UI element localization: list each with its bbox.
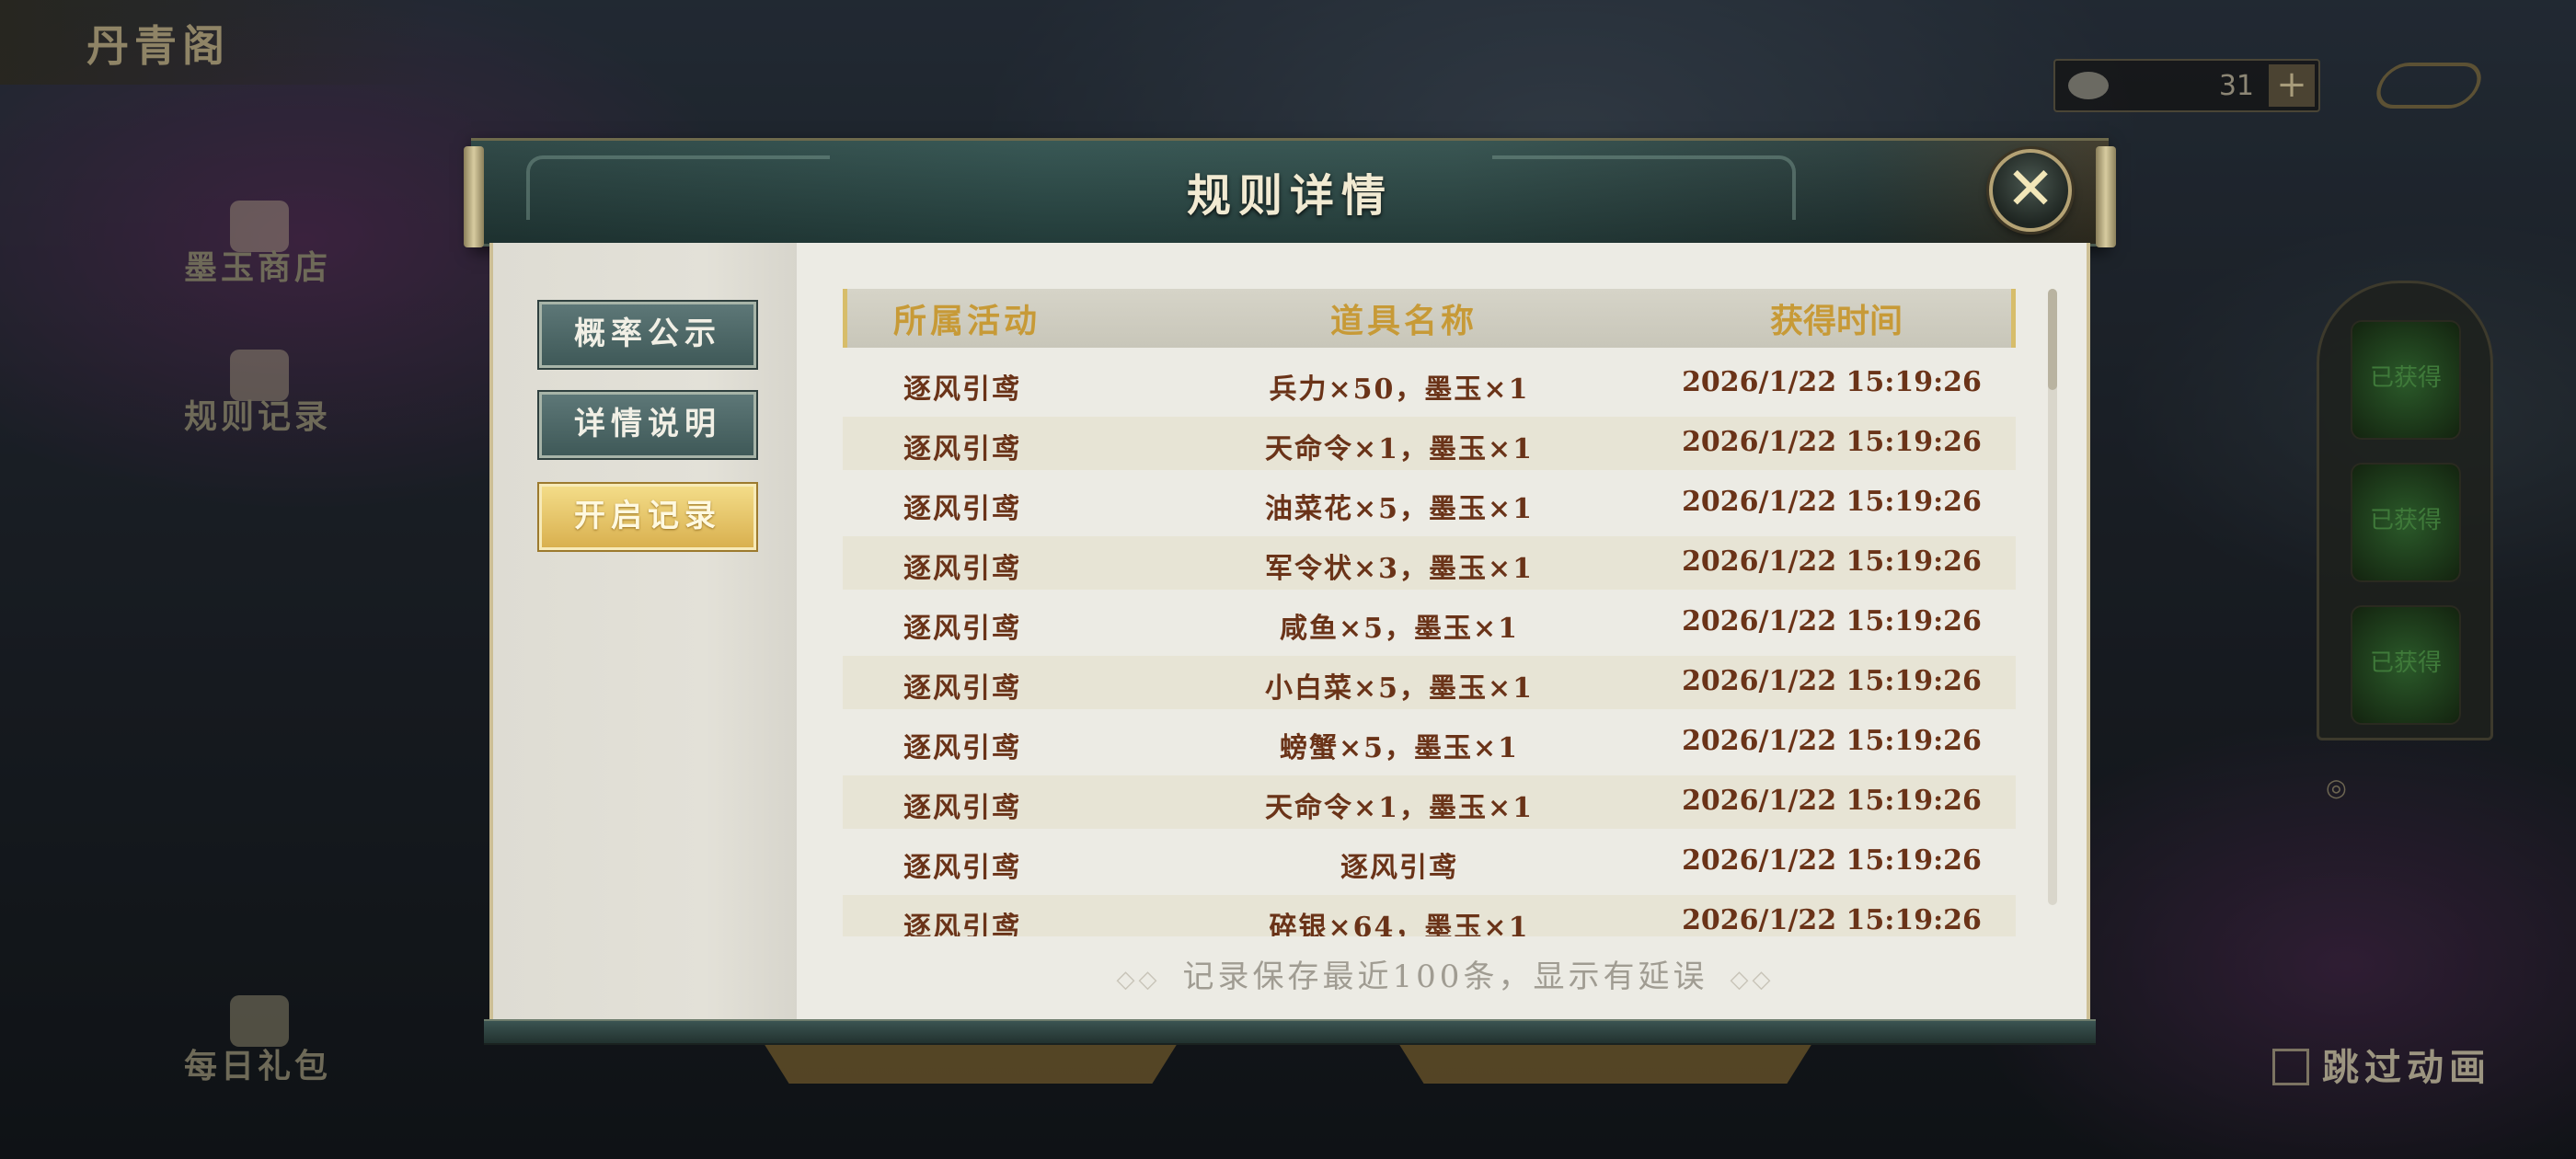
cell-activity: 逐风引鸢 bbox=[903, 852, 1021, 884]
cell-time: 2026/1/22 15:19:26 bbox=[1682, 725, 1982, 757]
checkbox-icon[interactable] bbox=[2272, 1049, 2309, 1085]
tab-sidebar: 概率公示 详情说明 开启记录 bbox=[493, 243, 797, 1025]
cell-item: 碎银×64，墨玉×1 bbox=[1269, 912, 1530, 936]
records-table: 所属活动 道具名称 获得时间 逐风引鸢 兵力×50，墨玉×1 2026/1/22… bbox=[843, 289, 2016, 936]
side-label-gift[interactable]: 每日礼包 bbox=[184, 1039, 331, 1087]
cell-activity: 逐风引鸢 bbox=[903, 732, 1021, 764]
cell-item: 天命令×1，墨玉×1 bbox=[1264, 433, 1535, 465]
cell-item: 咸鱼×5，墨玉×1 bbox=[1279, 613, 1520, 645]
dialog-body: 概率公示 详情说明 开启记录 所属活动 道具名称 获得时间 逐风引鸢 兵力×50… bbox=[489, 243, 2090, 1025]
area-title: 丹青阁 bbox=[0, 0, 432, 85]
cell-item: 天命令×1，墨玉×1 bbox=[1264, 792, 1535, 824]
table-row: 逐风引鸢 小白菜×5，墨玉×1 2026/1/22 15:19:26 bbox=[843, 656, 2016, 709]
dialog-title: 规则详情 bbox=[1186, 170, 1393, 222]
table-row: 逐风引鸢 螃蟹×5，墨玉×1 2026/1/22 15:19:26 bbox=[843, 716, 2016, 769]
cell-activity: 逐风引鸢 bbox=[903, 373, 1021, 406]
cell-item: 兵力×50，墨玉×1 bbox=[1269, 373, 1530, 406]
table-row: 逐风引鸢 咸鱼×5，墨玉×1 2026/1/22 15:19:26 bbox=[843, 596, 2016, 649]
table-row: 逐风引鸢 碎银×64，墨玉×1 2026/1/22 15:19:26 bbox=[843, 895, 2016, 936]
ornament-icon: ◇◇ bbox=[1116, 966, 1161, 993]
tab-open-records[interactable]: 开启记录 bbox=[539, 484, 756, 550]
cell-item: 小白菜×5，墨玉×1 bbox=[1264, 672, 1535, 705]
hint-icon: ◎ bbox=[2326, 775, 2347, 802]
cell-time: 2026/1/22 15:19:26 bbox=[1682, 366, 1982, 398]
cell-time: 2026/1/22 15:19:26 bbox=[1682, 426, 1982, 458]
record-footnote: ◇◇ 记录保存最近100条，显示有延误 ◇◇ bbox=[797, 951, 2094, 996]
cell-activity: 逐风引鸢 bbox=[903, 493, 1021, 525]
column-header-item: 道具名称 bbox=[1329, 302, 1478, 340]
cell-time: 2026/1/22 15:19:26 bbox=[1682, 904, 1982, 936]
table-body[interactable]: 逐风引鸢 兵力×50，墨玉×1 2026/1/22 15:19:26 逐风引鸢 … bbox=[843, 357, 2016, 936]
close-icon[interactable]: ✕ bbox=[2006, 155, 2055, 224]
table-row: 逐风引鸢 军令状×3，墨玉×1 2026/1/22 15:19:26 bbox=[843, 536, 2016, 590]
cell-time: 2026/1/22 15:19:26 bbox=[1682, 545, 1982, 578]
ornament-icon: ◇◇ bbox=[1730, 966, 1775, 993]
currency-icon bbox=[2068, 72, 2109, 99]
cell-activity: 逐风引鸢 bbox=[903, 672, 1021, 705]
footnote-text: 记录保存最近100条，显示有延误 bbox=[1182, 958, 1708, 995]
dialog-header: 规则详情 bbox=[464, 138, 2116, 247]
side-label-shop[interactable]: 墨玉商店 bbox=[184, 241, 331, 289]
dialog-bottom-border bbox=[484, 1019, 2096, 1045]
table-row: 逐风引鸢 天命令×1，墨玉×1 2026/1/22 15:19:26 bbox=[843, 417, 2016, 470]
cell-time: 2026/1/22 15:19:26 bbox=[1682, 486, 1982, 518]
reward-slot[interactable]: 已获得 bbox=[2351, 320, 2461, 440]
tab-details[interactable]: 详情说明 bbox=[539, 392, 756, 458]
table-row: 逐风引鸢 逐风引鸢 2026/1/22 15:19:26 bbox=[843, 835, 2016, 889]
side-label-record[interactable]: 规则记录 bbox=[184, 390, 331, 438]
cell-item: 油菜花×5，墨玉×1 bbox=[1264, 493, 1535, 525]
skip-animation-toggle[interactable]: 跳过动画 bbox=[2272, 1038, 2491, 1091]
table-row: 逐风引鸢 兵力×50，墨玉×1 2026/1/22 15:19:26 bbox=[843, 357, 2016, 410]
scrollbar-thumb[interactable] bbox=[2048, 289, 2057, 390]
table-header: 所属活动 道具名称 获得时间 bbox=[843, 289, 2016, 348]
add-currency-button[interactable]: + bbox=[2269, 64, 2315, 107]
cell-item: 逐风引鸢 bbox=[1340, 852, 1458, 884]
cell-activity: 逐风引鸢 bbox=[903, 912, 1021, 936]
cell-time: 2026/1/22 15:19:26 bbox=[1682, 605, 1982, 637]
tab-probability[interactable]: 概率公示 bbox=[539, 302, 756, 368]
table-scrollbar[interactable] bbox=[2048, 289, 2057, 905]
column-header-activity: 所属活动 bbox=[892, 302, 1041, 340]
cell-activity: 逐风引鸢 bbox=[903, 792, 1021, 824]
currency-bar: 31 + bbox=[2053, 59, 2320, 112]
cell-time: 2026/1/22 15:19:26 bbox=[1682, 844, 1982, 877]
cell-activity: 逐风引鸢 bbox=[903, 553, 1021, 585]
cell-item: 螃蟹×5，墨玉×1 bbox=[1279, 732, 1520, 764]
cell-activity: 逐风引鸢 bbox=[903, 613, 1021, 645]
rules-dialog: 规则详情 ✕ 概率公示 详情说明 开启记录 所属活动 道具名称 获得时间 逐风引… bbox=[464, 138, 2116, 1050]
table-row: 逐风引鸢 天命令×1，墨玉×1 2026/1/22 15:19:26 bbox=[843, 775, 2016, 829]
cell-activity: 逐风引鸢 bbox=[903, 433, 1021, 465]
close-button[interactable]: ✕ bbox=[1989, 149, 2072, 232]
skip-animation-label: 跳过动画 bbox=[2322, 1046, 2491, 1089]
table-row: 逐风引鸢 油菜花×5，墨玉×1 2026/1/22 15:19:26 bbox=[843, 476, 2016, 530]
cell-item: 军令状×3，墨玉×1 bbox=[1264, 553, 1535, 585]
reward-slot[interactable]: 已获得 bbox=[2351, 605, 2461, 725]
reward-slot-panel: 已获得 已获得 已获得 bbox=[2317, 281, 2493, 740]
currency-value: 31 bbox=[2218, 70, 2254, 102]
cell-time: 2026/1/22 15:19:26 bbox=[1682, 785, 1982, 817]
cell-time: 2026/1/22 15:19:26 bbox=[1682, 665, 1982, 697]
reward-slot[interactable]: 已获得 bbox=[2351, 463, 2461, 582]
column-header-time: 获得时间 bbox=[1769, 302, 1903, 340]
